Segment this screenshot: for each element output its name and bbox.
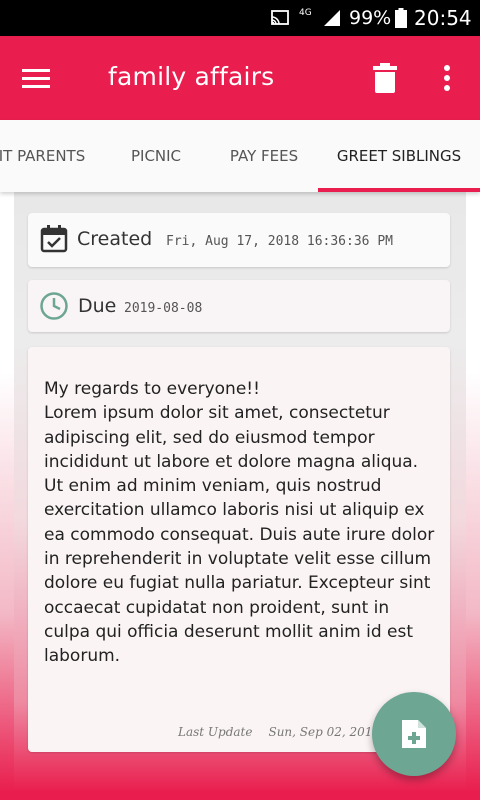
due-date[interactable]: 2019-08-08 — [124, 300, 202, 318]
created-card: Created Fri, Aug 17, 2018 16:36:36 PM — [28, 213, 450, 267]
created-label: Created — [77, 228, 153, 250]
background-bottom — [0, 792, 480, 800]
cast-icon — [271, 10, 289, 25]
due-label: Due — [78, 295, 117, 317]
tab-visit-parents[interactable]: IT PARENTS — [0, 120, 98, 192]
status-bar: 4G 99% 20:54 — [0, 0, 480, 36]
created-date: Fri, Aug 17, 2018 16:36:36 PM — [166, 234, 393, 249]
last-update-label: Last Update — [178, 725, 253, 739]
clock-time: 20:54 — [414, 6, 472, 30]
add-note-icon — [402, 720, 426, 748]
battery-percent: 99% — [349, 7, 392, 29]
due-card[interactable]: Due 2019-08-08 — [28, 280, 450, 332]
tab-picnic[interactable]: PICNIC — [104, 120, 208, 192]
page-title: family affairs — [108, 62, 275, 91]
clock-icon — [40, 292, 68, 320]
battery-icon — [395, 8, 407, 28]
more-vert-icon[interactable] — [436, 60, 458, 96]
tab-greet-siblings[interactable]: GREET SIBLINGS — [318, 120, 480, 192]
background-right — [466, 192, 480, 792]
tab-indicator — [318, 188, 480, 192]
note-card: My regards to everyone!! Lorem ipsum dol… — [28, 347, 450, 752]
delete-icon[interactable] — [370, 60, 400, 96]
signal-icon — [324, 10, 340, 26]
note-text[interactable]: My regards to everyone!! Lorem ipsum dol… — [44, 377, 440, 669]
tab-pay-fees[interactable]: PAY FEES — [212, 120, 316, 192]
tab-bar: IT PARENTS PICNIC PAY FEES GREET SIBLING… — [0, 120, 480, 192]
app-toolbar: family affairs — [0, 36, 480, 120]
menu-icon[interactable] — [18, 60, 54, 96]
calendar-check-icon — [40, 225, 68, 253]
network-type: 4G — [299, 8, 312, 18]
background-left — [0, 192, 14, 792]
add-note-button[interactable] — [372, 692, 456, 776]
